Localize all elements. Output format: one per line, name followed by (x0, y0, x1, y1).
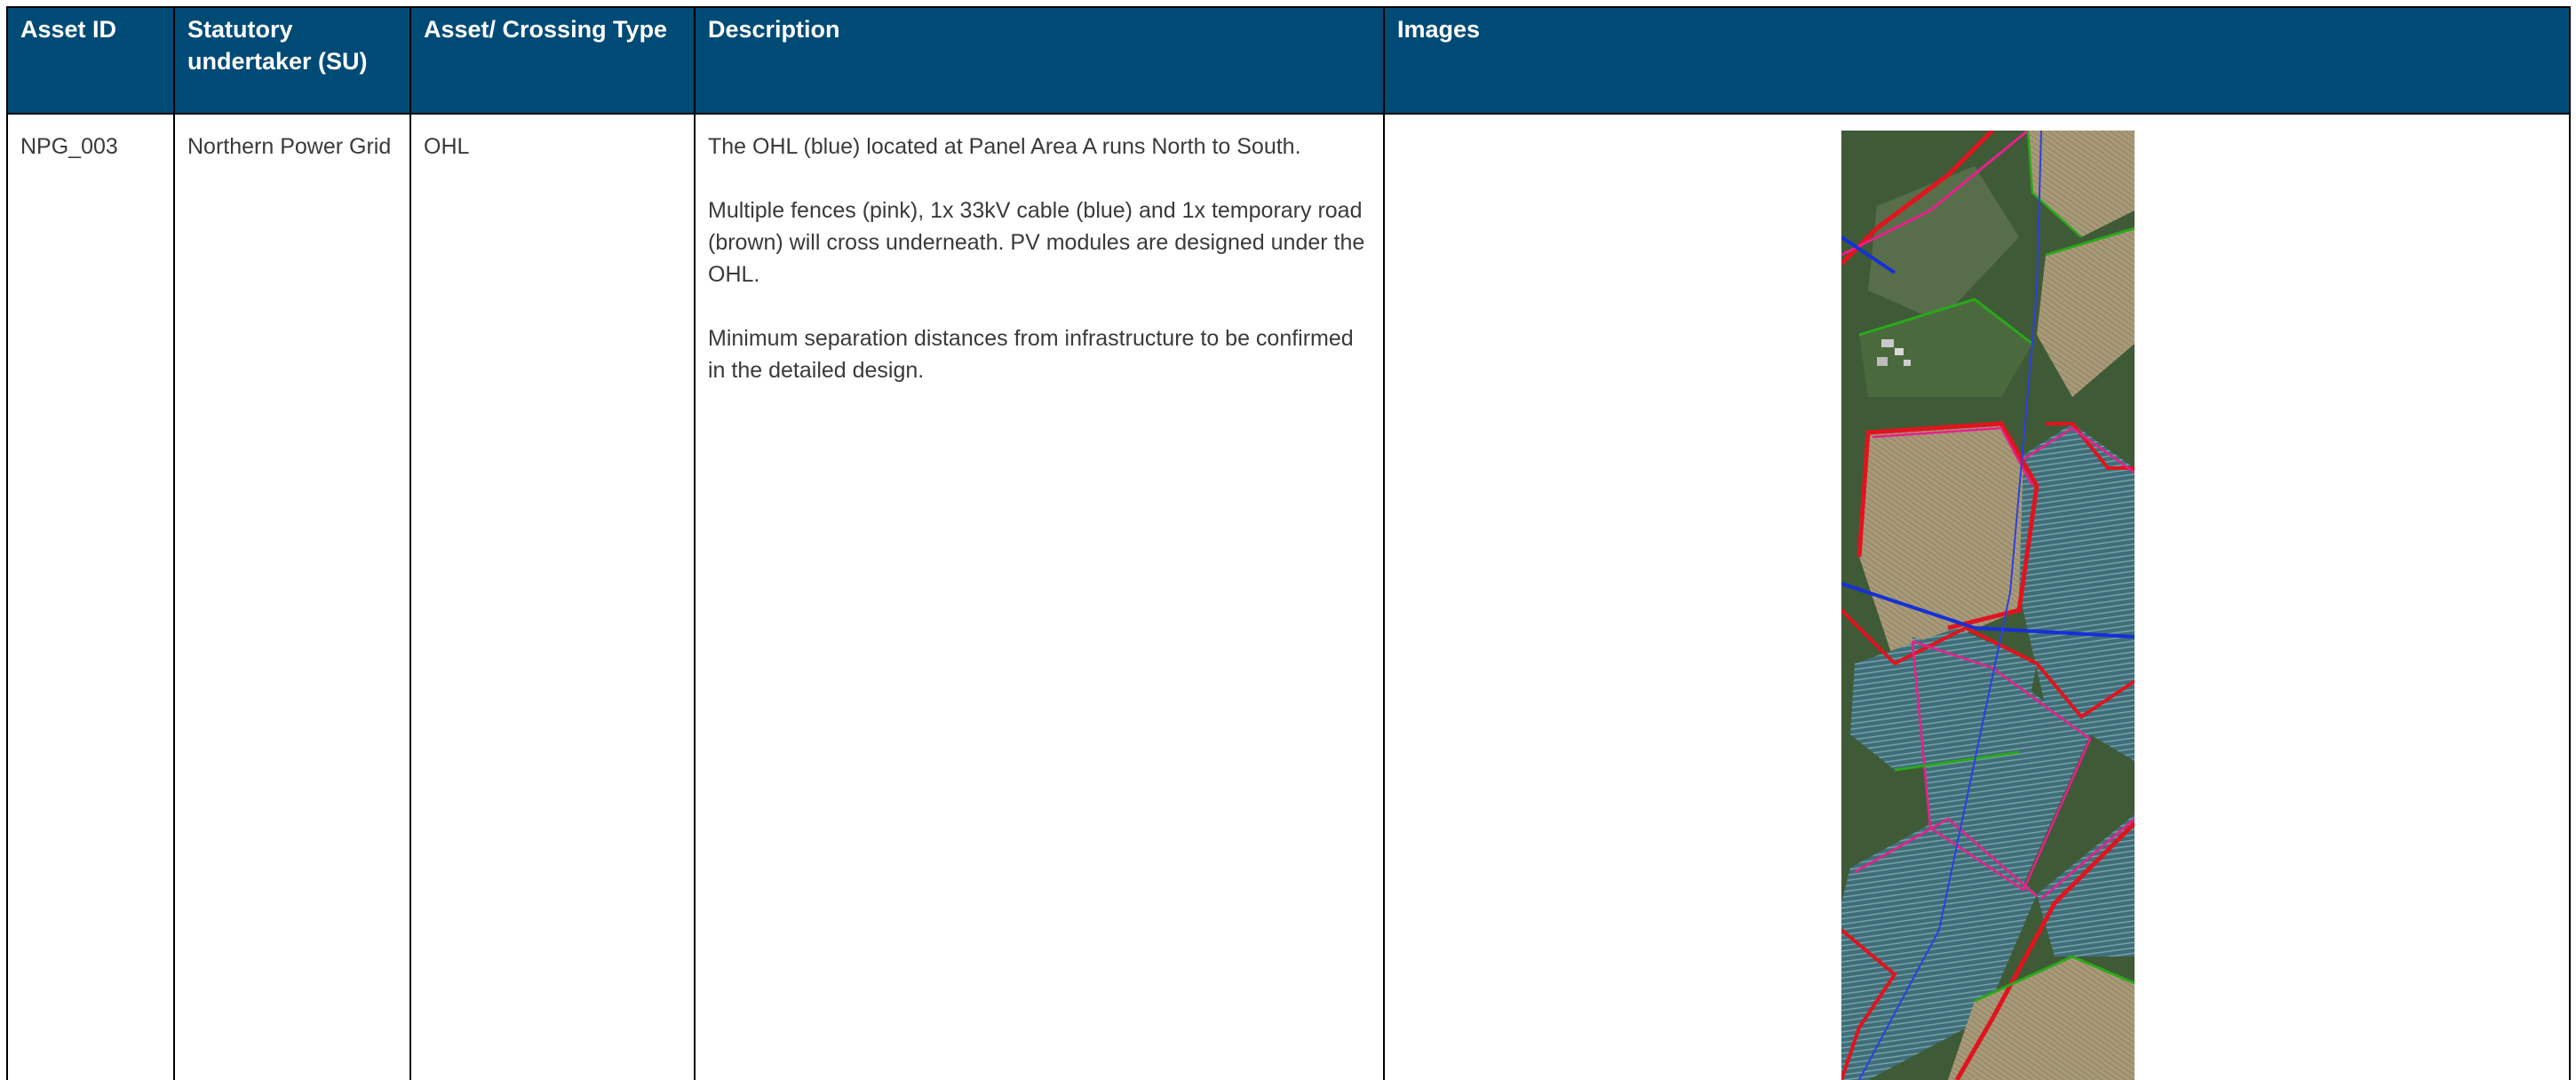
description-paragraph-2: Multiple fences (pink), 1x 33kV cable (b… (708, 198, 1365, 287)
header-asset-id: Asset ID (6, 6, 175, 115)
cell-statutory-undertaker: Northern Power Grid (173, 113, 411, 1080)
crossing-register-table: Asset ID Statutory undertaker (SU) Asset… (6, 6, 2571, 1080)
description-paragraph-1: The OHL (blue) located at Panel Area A r… (708, 134, 1301, 159)
table-row: NPG_003 Northern Power Grid OHL The OHL … (6, 113, 2571, 1080)
table-header-row: Asset ID Statutory undertaker (SU) Asset… (6, 6, 2571, 115)
header-statutory-undertaker: Statutory undertaker (SU) (173, 6, 411, 115)
cell-description: The OHL (blue) located at Panel Area A r… (694, 113, 1385, 1080)
aerial-map-svg (1841, 131, 2135, 1080)
header-crossing-type: Asset/ Crossing Type (409, 6, 696, 115)
header-description: Description (694, 6, 1385, 115)
description-paragraph-3: Minimum separation distances from infras… (708, 326, 1354, 383)
cell-images (1383, 113, 2571, 1080)
cell-crossing-type: OHL (409, 113, 696, 1080)
page: Asset ID Statutory undertaker (SU) Asset… (0, 0, 2576, 1080)
aerial-map-image (1841, 131, 2135, 1080)
cell-asset-id: NPG_003 (6, 113, 175, 1080)
header-images: Images (1383, 6, 2571, 115)
